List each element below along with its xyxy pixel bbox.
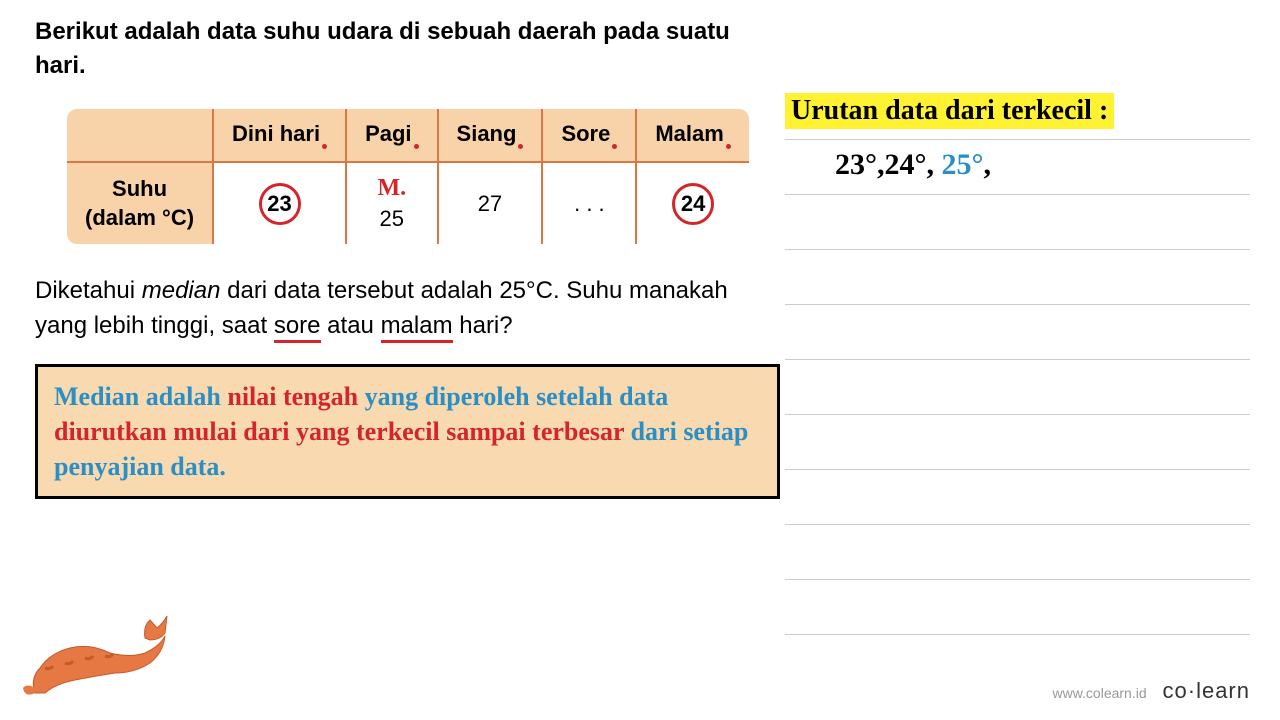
- question-text: Diketahui median dari data tersebut adal…: [35, 274, 780, 344]
- sorted-title: Urutan data dari terkecil :: [785, 93, 1114, 129]
- col-pagi: Pagi: [346, 108, 437, 162]
- row-label: Suhu (dalam °C): [66, 162, 213, 245]
- col-dinihari: Dini hari: [213, 108, 346, 162]
- cell-sore: . . .: [542, 162, 636, 245]
- definition-box: Median adalah nilai tengah yang diperole…: [35, 364, 780, 499]
- cell-malam: 24: [636, 162, 749, 245]
- brand-logo: co·learn: [1163, 678, 1250, 703]
- m-annotation: M.: [365, 175, 418, 202]
- cell-dinihari: 23: [213, 162, 346, 245]
- intro-text: Berikut adalah data suhu udara di sebuah…: [35, 15, 780, 82]
- temperature-table: Dini hari Pagi Siang Sore Malam Suhu (da…: [65, 107, 751, 246]
- col-sore: Sore: [542, 108, 636, 162]
- footer-brand: www.colearn.id co·learn: [1052, 678, 1250, 704]
- blank-header: [66, 108, 213, 162]
- footer-url: www.colearn.id: [1052, 685, 1146, 701]
- cell-siang: 27: [438, 162, 543, 245]
- cell-pagi: M. 25: [346, 162, 437, 245]
- col-malam: Malam: [636, 108, 749, 162]
- worksheet-panel: Urutan data dari terkecil : 23°,24°, 25°…: [785, 85, 1250, 635]
- sorted-values: 23°,24°, 25°,: [835, 148, 991, 182]
- cat-illustration: [15, 598, 175, 708]
- col-siang: Siang: [438, 108, 543, 162]
